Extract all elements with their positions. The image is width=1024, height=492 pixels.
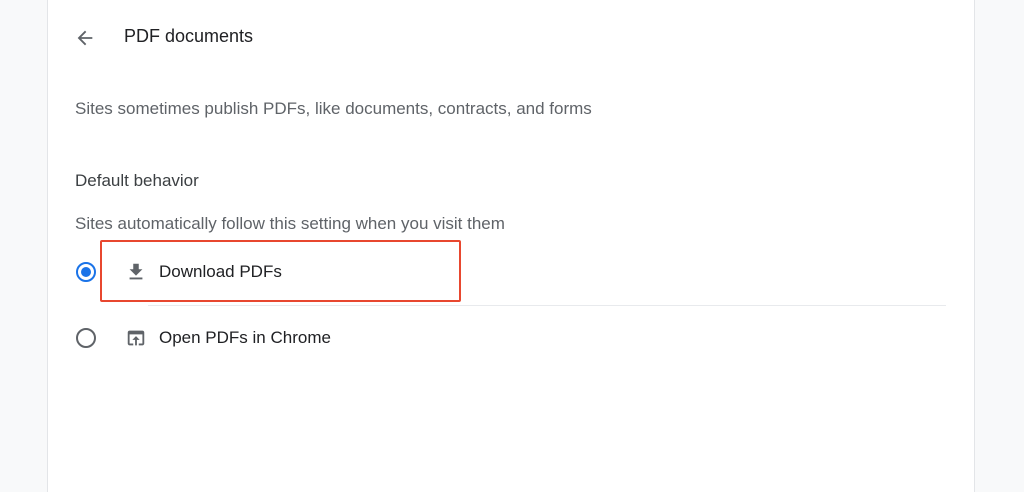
section-subtitle: Sites automatically follow this setting … bbox=[75, 214, 505, 233]
section-heading: Default behavior bbox=[75, 171, 199, 190]
back-button[interactable] bbox=[70, 23, 100, 53]
radio-download-pdfs[interactable] bbox=[76, 262, 96, 282]
option-label: Download PDFs bbox=[159, 262, 282, 281]
page-description: Sites sometimes publish PDFs, like docum… bbox=[75, 99, 592, 118]
settings-card: PDF documents Sites sometimes publish PD… bbox=[47, 0, 975, 492]
download-icon bbox=[124, 260, 148, 284]
option-download-pdfs[interactable]: Download PDFs bbox=[48, 240, 948, 304]
radio-open-pdfs-in-chrome[interactable] bbox=[76, 328, 96, 348]
open-in-browser-icon bbox=[124, 326, 148, 350]
arrow-back-icon bbox=[77, 30, 93, 46]
page: PDF documents Sites sometimes publish PD… bbox=[0, 0, 1024, 492]
page-title: PDF documents bbox=[124, 26, 254, 46]
option-open-pdfs-in-chrome[interactable]: Open PDFs in Chrome bbox=[48, 306, 948, 370]
option-label: Open PDFs in Chrome bbox=[159, 328, 331, 347]
